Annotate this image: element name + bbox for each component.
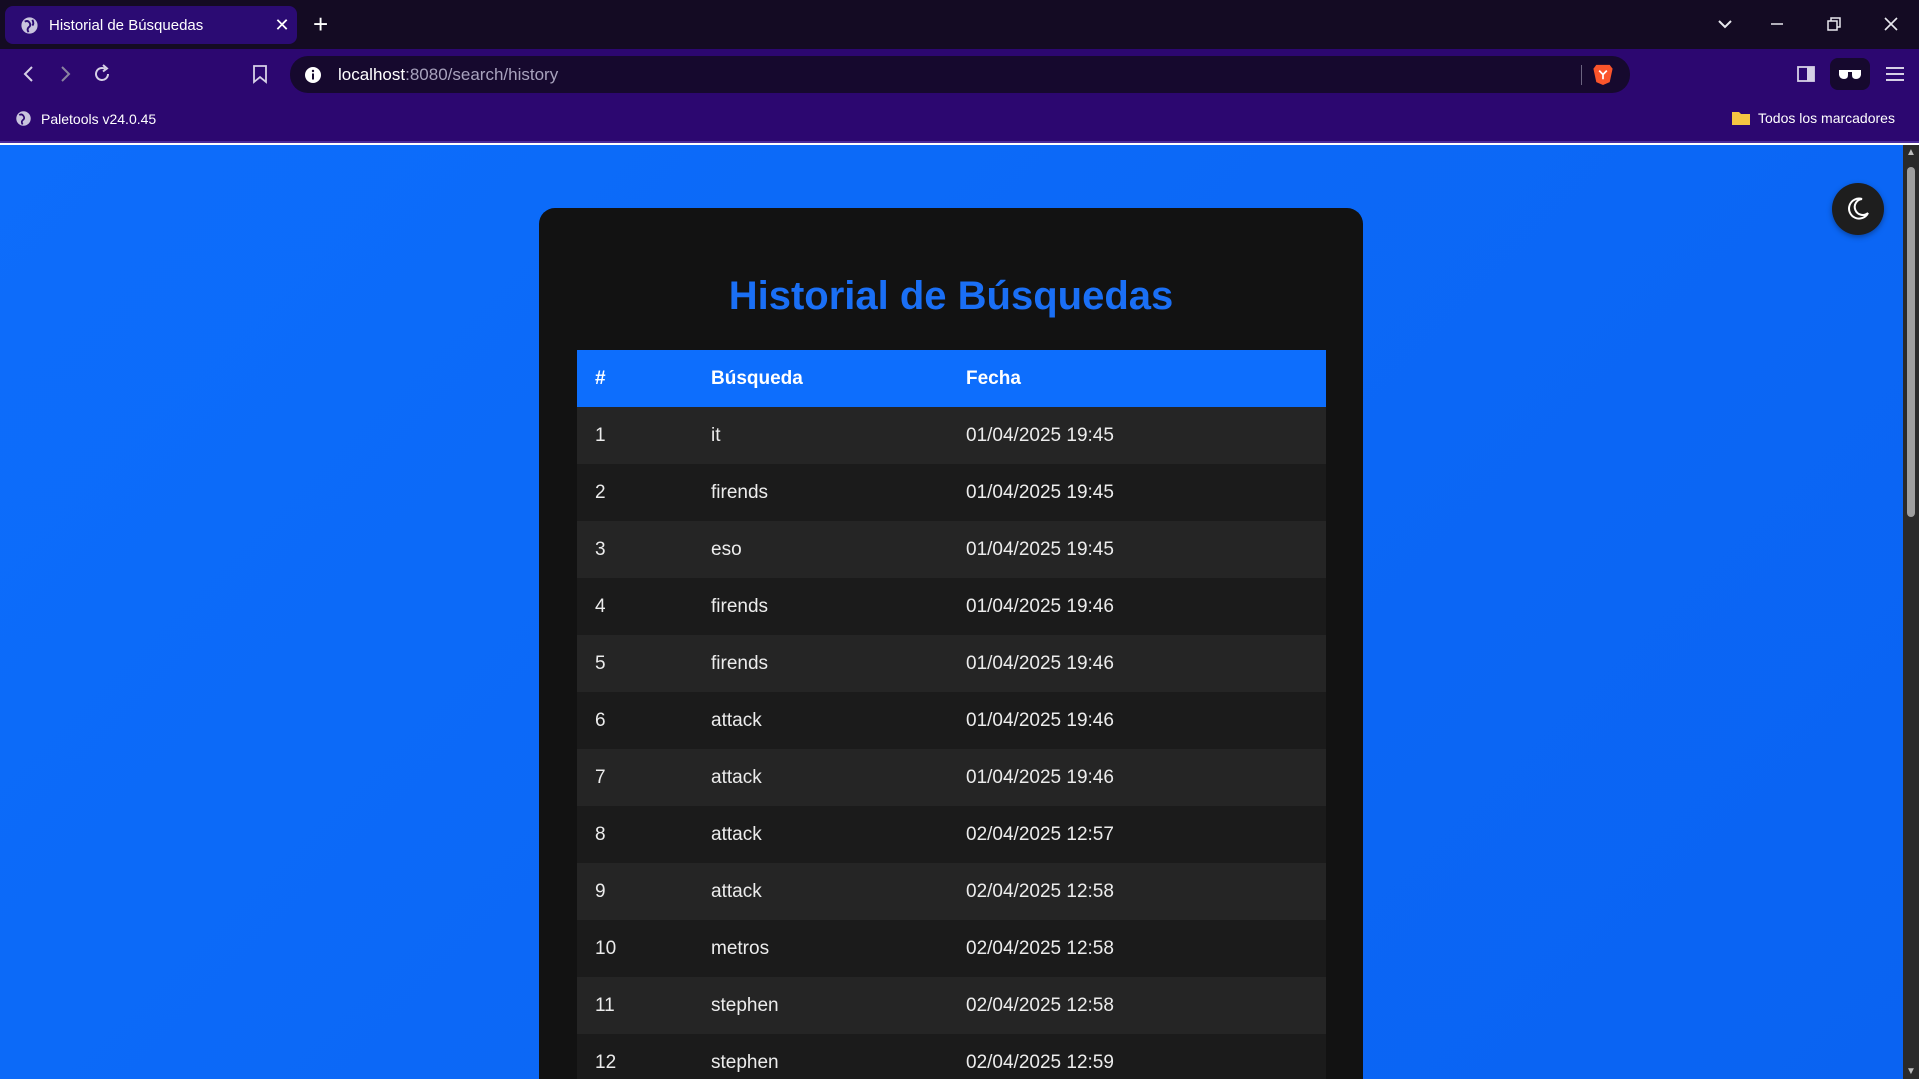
- row-date: 01/04/2025 19:45: [948, 521, 1326, 578]
- row-number: 4: [577, 578, 693, 635]
- row-date: 02/04/2025 12:58: [948, 863, 1326, 920]
- column-header-date: Fecha: [948, 350, 1326, 407]
- scroll-down-icon[interactable]: ▼: [1906, 1066, 1916, 1077]
- row-date: 01/04/2025 19:46: [948, 635, 1326, 692]
- table-row: 2 firends 01/04/2025 19:45: [577, 464, 1326, 521]
- tab-active[interactable]: Historial de Búsquedas ✕: [5, 6, 297, 44]
- globe-icon: [21, 16, 38, 34]
- site-info-icon[interactable]: [304, 66, 322, 84]
- all-bookmarks-folder[interactable]: Todos los marcadores: [1731, 110, 1895, 126]
- row-query: attack: [693, 692, 948, 749]
- row-number: 6: [577, 692, 693, 749]
- sidebar-icon[interactable]: [1796, 64, 1816, 84]
- row-date: 02/04/2025 12:59: [948, 1034, 1326, 1079]
- address-bar[interactable]: localhost:8080/search/history: [290, 56, 1630, 93]
- row-query: firends: [693, 578, 948, 635]
- row-query: stephen: [693, 1034, 948, 1079]
- column-header-number: #: [577, 350, 693, 407]
- row-query: attack: [693, 863, 948, 920]
- omnibox-divider: [1581, 65, 1582, 85]
- row-number: 2: [577, 464, 693, 521]
- row-number: 1: [577, 407, 693, 464]
- forward-icon[interactable]: [54, 63, 76, 85]
- close-window-icon[interactable]: [1882, 15, 1900, 33]
- url-path: :8080/search/history: [405, 64, 559, 84]
- page-scrollbar[interactable]: ▲ ▼: [1903, 145, 1919, 1079]
- history-card: Historial de Búsquedas # Búsqueda Fecha …: [539, 208, 1363, 1079]
- row-date: 01/04/2025 19:46: [948, 578, 1326, 635]
- page-title: Historial de Búsquedas: [728, 274, 1174, 318]
- table-row: 10 metros 02/04/2025 12:58: [577, 920, 1326, 977]
- menu-icon[interactable]: [1884, 64, 1906, 84]
- row-date: 01/04/2025 19:46: [948, 749, 1326, 806]
- table-row: 6 attack 01/04/2025 19:46: [577, 692, 1326, 749]
- folder-icon: [1732, 112, 1750, 125]
- row-query: eso: [693, 521, 948, 578]
- scrollbar-thumb[interactable]: [1907, 167, 1915, 517]
- bookmarks-folder-label: Todos los marcadores: [1758, 110, 1895, 126]
- tab-title: Historial de Búsquedas: [49, 16, 204, 34]
- row-date: 01/04/2025 19:45: [948, 407, 1326, 464]
- table-row: 7 attack 01/04/2025 19:46: [577, 749, 1326, 806]
- row-query: attack: [693, 749, 948, 806]
- browser-toolbar: localhost:8080/search/history: [0, 49, 1919, 99]
- table-row: 3 eso 01/04/2025 19:45: [577, 521, 1326, 578]
- tab-search-chevron-icon[interactable]: [1716, 15, 1734, 33]
- row-number: 11: [577, 977, 693, 1034]
- table-row: 4 firends 01/04/2025 19:46: [577, 578, 1326, 635]
- row-query: it: [693, 407, 948, 464]
- glasses-icon: [1839, 70, 1861, 79]
- close-tab-icon[interactable]: ✕: [267, 15, 297, 36]
- table-row: 12 stephen 02/04/2025 12:59: [577, 1034, 1326, 1079]
- reader-mode-button[interactable]: [1830, 58, 1870, 90]
- row-query: firends: [693, 635, 948, 692]
- row-number: 8: [577, 806, 693, 863]
- table-row: 11 stephen 02/04/2025 12:58: [577, 977, 1326, 1034]
- bookmark-label: Paletools v24.0.45: [41, 110, 157, 127]
- row-query: stephen: [693, 977, 948, 1034]
- browser-tab-bar: Historial de Búsquedas ✕ +: [0, 0, 1919, 49]
- column-header-query: Búsqueda: [693, 350, 948, 407]
- row-query: firends: [693, 464, 948, 521]
- row-number: 12: [577, 1034, 693, 1079]
- row-number: 7: [577, 749, 693, 806]
- restore-icon[interactable]: [1825, 15, 1843, 33]
- row-date: 02/04/2025 12:57: [948, 806, 1326, 863]
- reload-icon[interactable]: [91, 63, 113, 85]
- row-date: 01/04/2025 19:45: [948, 464, 1326, 521]
- theme-toggle-button[interactable]: [1832, 183, 1884, 235]
- url-text: localhost:8080/search/history: [338, 65, 558, 85]
- url-host: localhost: [338, 64, 406, 84]
- minimize-icon[interactable]: [1768, 15, 1786, 33]
- moon-icon: [1848, 197, 1869, 220]
- table-row: 1 it 01/04/2025 19:45: [577, 407, 1326, 464]
- row-query: attack: [693, 806, 948, 863]
- table-row: 5 firends 01/04/2025 19:46: [577, 635, 1326, 692]
- page-viewport: Historial de Búsquedas # Búsqueda Fecha …: [0, 145, 1903, 1079]
- row-number: 9: [577, 863, 693, 920]
- table-row: 9 attack 02/04/2025 12:58: [577, 863, 1326, 920]
- row-query: metros: [693, 920, 948, 977]
- row-date: 02/04/2025 12:58: [948, 920, 1326, 977]
- row-number: 3: [577, 521, 693, 578]
- brave-shields-icon[interactable]: [1592, 63, 1614, 86]
- row-number: 5: [577, 635, 693, 692]
- new-tab-button[interactable]: +: [313, 10, 328, 38]
- history-table: # Búsqueda Fecha 1 it 01/04/2025 19:45 2 fi…: [577, 350, 1326, 1079]
- table-row: 8 attack 02/04/2025 12:57: [577, 806, 1326, 863]
- table-header-row: # Búsqueda Fecha: [577, 350, 1326, 407]
- row-number: 10: [577, 920, 693, 977]
- row-date: 02/04/2025 12:58: [948, 977, 1326, 1034]
- scroll-up-icon[interactable]: ▲: [1906, 147, 1916, 158]
- row-date: 01/04/2025 19:46: [948, 692, 1326, 749]
- bookmark-icon[interactable]: [249, 63, 271, 85]
- back-icon[interactable]: [18, 63, 40, 85]
- bookmark-paletools[interactable]: Paletools v24.0.45: [15, 110, 156, 127]
- bookmarks-bar: Paletools v24.0.45 Todos los marcadores: [0, 99, 1919, 143]
- globe-icon: [16, 111, 31, 126]
